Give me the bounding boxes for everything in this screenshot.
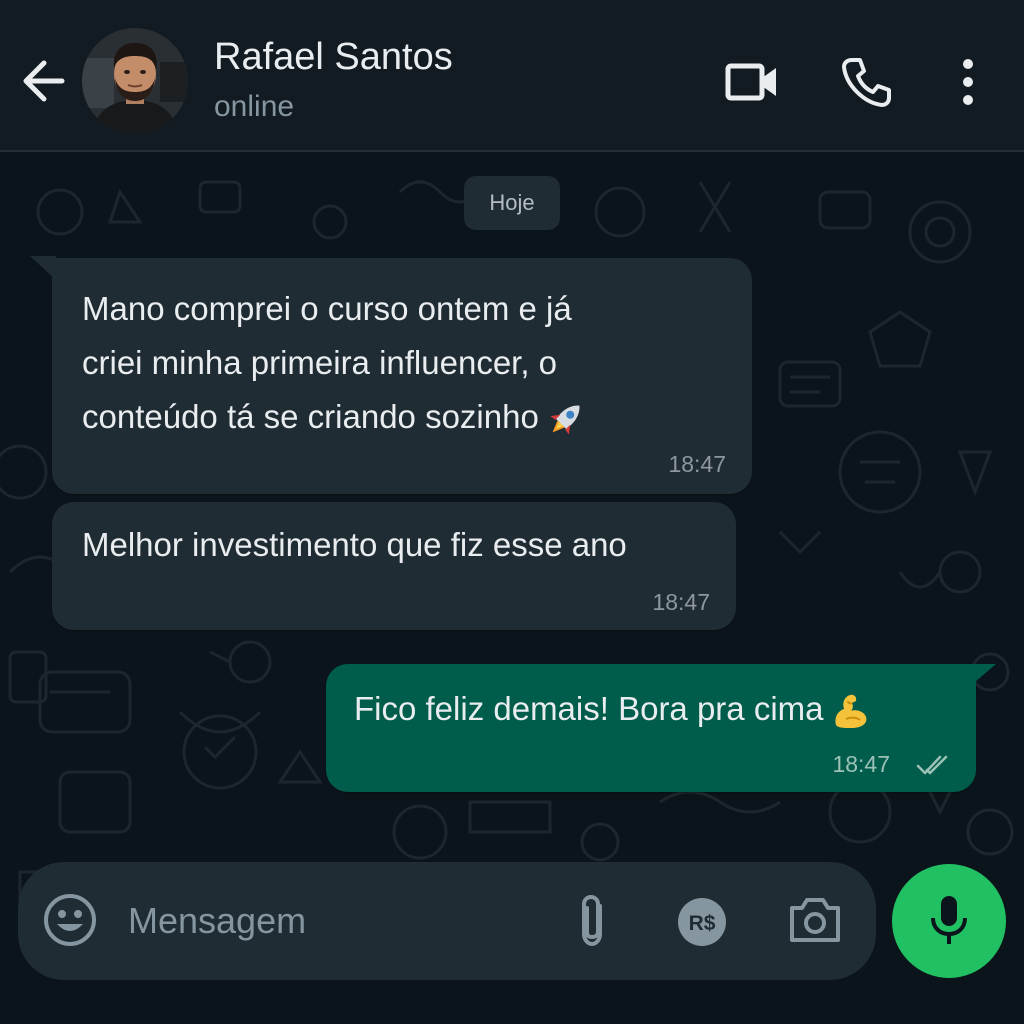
- message-line: criei minha primeira influencer, o: [82, 344, 558, 381]
- smiley-icon: [44, 894, 96, 946]
- read-receipt-icon: [916, 755, 948, 775]
- contact-name[interactable]: Rafael Santos: [214, 36, 453, 79]
- message-composer: R$: [18, 862, 876, 980]
- message-time: 18:47: [668, 451, 726, 477]
- phone-icon: [842, 58, 891, 107]
- message-time: 18:47: [832, 751, 890, 777]
- outgoing-message[interactable]: Fico feliz demais! Bora pra cima 18:47: [326, 664, 976, 792]
- incoming-message[interactable]: Mano comprei o curso ontem e já criei mi…: [52, 258, 752, 494]
- back-button[interactable]: [18, 52, 72, 110]
- emoji-button[interactable]: [42, 892, 98, 948]
- video-camera-icon: [725, 63, 776, 101]
- attach-button[interactable]: [572, 892, 612, 950]
- rocket-emoji: [550, 405, 580, 435]
- more-options-button[interactable]: [950, 54, 986, 110]
- message-line: Mano comprei o curso ontem e já: [82, 290, 572, 327]
- voice-record-button[interactable]: [892, 864, 1006, 978]
- message-time: 18:47: [652, 589, 710, 615]
- message-text: Fico feliz demais! Bora pra cima: [354, 682, 870, 736]
- chat-header: Rafael Santos online: [0, 0, 1024, 152]
- payment-icon: R$: [678, 898, 726, 946]
- paperclip-icon: [582, 894, 602, 947]
- payment-label: R$: [689, 912, 716, 935]
- contact-avatar[interactable]: [82, 28, 188, 134]
- message-text: Mano comprei o curso ontem e já criei mi…: [82, 282, 722, 444]
- message-line: Fico feliz demais! Bora pra cima: [354, 690, 824, 727]
- camera-button[interactable]: [788, 894, 842, 946]
- message-line-with-emoji: Fico feliz demais! Bora pra cima: [354, 682, 870, 736]
- voice-call-button[interactable]: [838, 54, 894, 110]
- microphone-icon: [931, 896, 967, 944]
- arrow-left-icon: [23, 60, 65, 102]
- message-text: Melhor investimento que fiz esse ano: [82, 518, 627, 572]
- flexed-biceps-emoji: [834, 695, 866, 729]
- avatar-photo: [82, 28, 188, 134]
- incoming-message[interactable]: Melhor investimento que fiz esse ano 18:…: [52, 502, 736, 630]
- more-vertical-icon: [963, 59, 973, 105]
- message-line-with-emoji: conteúdo tá se criando sozinho: [82, 390, 722, 444]
- payment-button[interactable]: R$: [676, 896, 728, 948]
- video-call-button[interactable]: [722, 54, 782, 110]
- date-separator: Hoje: [464, 176, 560, 230]
- contact-status: online: [214, 90, 295, 123]
- message-input[interactable]: [126, 890, 550, 952]
- camera-icon: [790, 898, 840, 942]
- message-line: conteúdo tá se criando sozinho: [82, 398, 539, 435]
- message-line: Melhor investimento que fiz esse ano: [82, 526, 627, 563]
